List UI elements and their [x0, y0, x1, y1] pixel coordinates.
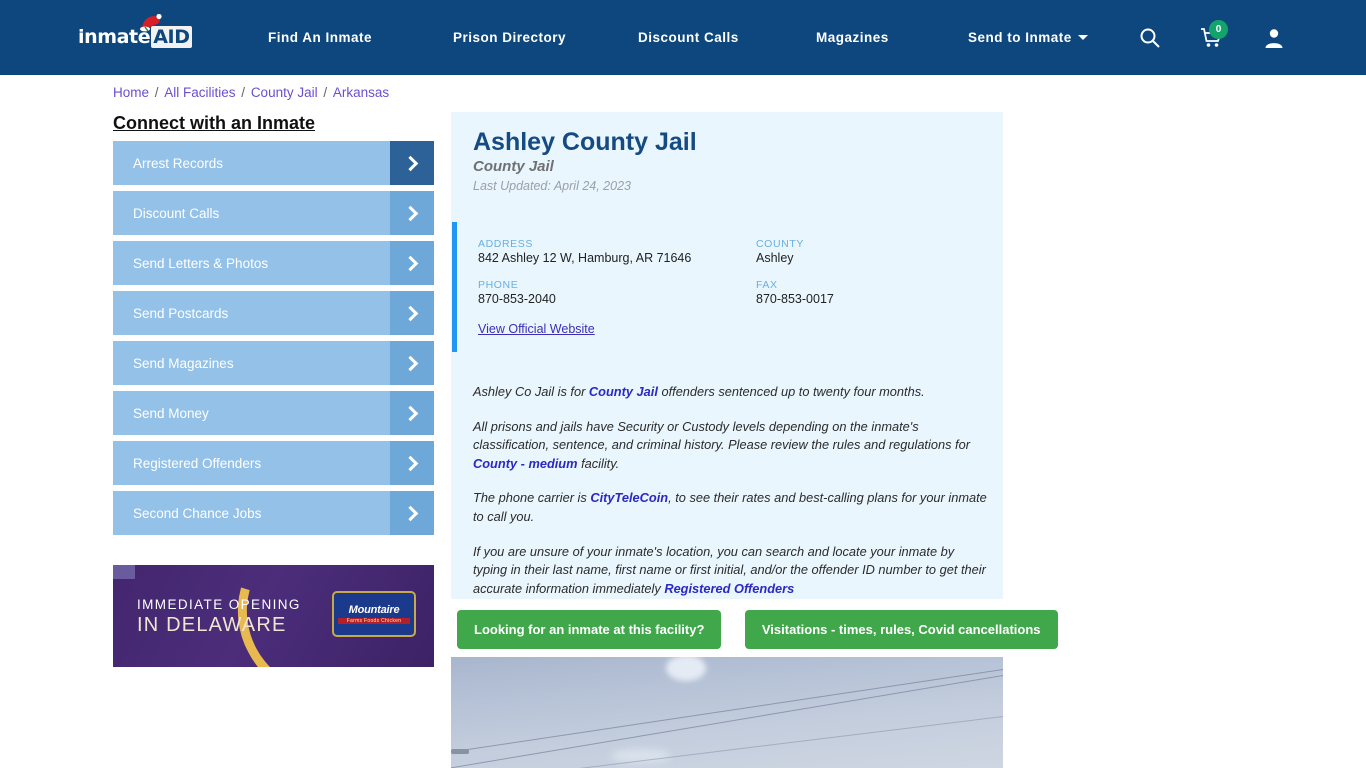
desc-text: offenders sentenced up to twenty four mo…	[657, 384, 925, 399]
address-value: 842 Ashley 12 W, Hamburg, AR 71646	[478, 251, 692, 265]
chevron-right-icon	[390, 141, 434, 185]
breadcrumb: Home / All Facilities / County Jail / Ar…	[113, 85, 389, 100]
breadcrumb-item-arkansas[interactable]: Arkansas	[333, 85, 389, 100]
desc-text: All prisons and jails have Security or C…	[473, 418, 970, 453]
chevron-right-icon	[390, 191, 434, 235]
chevron-right-icon	[390, 491, 434, 535]
phone-value: 870-853-2040	[478, 292, 556, 306]
chevron-right-icon	[390, 441, 434, 485]
desc-text: facility.	[577, 455, 620, 471]
cloud-decoration	[666, 657, 706, 681]
chevron-right-icon	[390, 291, 434, 335]
logo-label: inmate AID	[78, 26, 192, 48]
sidebar-item-label: Send Money	[133, 405, 209, 421]
power-line	[451, 661, 1003, 754]
chevron-right-icon	[390, 241, 434, 285]
sidebar-item-label: Second Chance Jobs	[133, 505, 262, 521]
looking-for-inmate-button[interactable]: Looking for an inmate at this facility?	[457, 610, 722, 649]
desc-text: Ashley Co Jail is for	[473, 384, 589, 399]
fax-label: FAX	[756, 279, 778, 291]
link-registered-offenders[interactable]: Registered Offenders	[664, 581, 794, 596]
chevron-down-icon	[1077, 35, 1088, 40]
facility-description: Ashley Co Jail is for County Jail offend…	[473, 383, 989, 614]
breadcrumb-separator: /	[151, 85, 163, 100]
sidebar-item-send-money[interactable]: Send Money	[113, 391, 434, 435]
address-label: ADDRESS	[478, 238, 533, 250]
sidebar-item-label: Arrest Records	[133, 155, 224, 171]
site-logo[interactable]: inmate AID	[78, 14, 192, 52]
visitations-button[interactable]: Visitations - times, rules, Covid cancel…	[744, 610, 1058, 649]
advertisement-banner[interactable]: IMMEDIATE OPENING IN DELAWARE Mountaire …	[113, 565, 434, 667]
desc-text: The phone carrier is	[473, 490, 591, 506]
search-icon[interactable]	[1138, 26, 1162, 50]
sidebar-item-second-chance-jobs[interactable]: Second Chance Jobs	[113, 491, 434, 535]
description-paragraph-2: All prisons and jails have Security or C…	[473, 418, 989, 474]
breadcrumb-item-county-jail[interactable]: County Jail	[251, 85, 318, 100]
ad-headline-line1: IMMEDIATE OPENING	[137, 597, 301, 612]
sidebar-item-send-letters-photos[interactable]: Send Letters & Photos	[113, 241, 434, 285]
facility-type: County Jail	[473, 158, 554, 175]
sidebar-item-send-postcards[interactable]: Send Postcards	[113, 291, 434, 335]
ad-brand-name: Mountaire	[348, 604, 400, 616]
top-navigation-bar: inmate AID Find An Inmate Prison Director…	[0, 0, 1366, 75]
fax-value: 870-853-0017	[756, 292, 834, 306]
nav-find-an-inmate[interactable]: Find An Inmate	[268, 30, 372, 45]
ad-corner-accent	[113, 565, 135, 579]
nav-prison-directory[interactable]: Prison Directory	[453, 30, 566, 45]
chevron-right-icon	[390, 341, 434, 385]
accent-bar	[452, 222, 457, 352]
breadcrumb-separator: /	[319, 85, 331, 100]
last-updated-text: Last Updated: April 24, 2023	[473, 179, 631, 193]
user-account-icon[interactable]	[1262, 26, 1286, 50]
sidebar-item-label: Registered Offenders	[133, 455, 262, 471]
facility-contact-block: ADDRESS 842 Ashley 12 W, Hamburg, AR 716…	[452, 222, 1003, 352]
chevron-right-icon	[390, 391, 434, 435]
nav-magazines[interactable]: Magazines	[816, 30, 889, 45]
ad-headline-line2: IN DELAWARE	[137, 614, 287, 636]
breadcrumb-item-home[interactable]: Home	[113, 85, 149, 100]
facility-action-buttons: Looking for an inmate at this facility? …	[457, 610, 1058, 649]
insulator	[451, 749, 469, 754]
sidebar-heading[interactable]: Connect with an Inmate	[113, 113, 315, 134]
view-official-website-link[interactable]: View Official Website	[478, 322, 595, 336]
sidebar-item-registered-offenders[interactable]: Registered Offenders	[113, 441, 434, 485]
sidebar-item-label: Send Magazines	[133, 355, 234, 371]
link-county-jail[interactable]: County Jail	[589, 384, 658, 399]
county-value: Ashley	[756, 251, 794, 265]
nav-discount-calls[interactable]: Discount Calls	[638, 30, 739, 45]
sidebar-item-arrest-records[interactable]: Arrest Records	[113, 141, 434, 185]
county-label: COUNTY	[756, 238, 804, 250]
description-paragraph-4: If you are unsure of your inmate's locat…	[473, 543, 989, 599]
description-paragraph-1: Ashley Co Jail is for County Jail offend…	[473, 383, 989, 402]
ad-brand-logo: Mountaire Farms Foods Chicken	[332, 591, 416, 637]
facility-photo	[451, 657, 1003, 768]
sidebar-item-label: Send Postcards	[133, 305, 229, 321]
description-paragraph-3: The phone carrier is CityTeleCoin, to se…	[473, 489, 989, 526]
phone-label: PHONE	[478, 279, 519, 291]
sidebar-item-label: Discount Calls	[133, 205, 220, 221]
cart-count-badge: 0	[1209, 20, 1228, 39]
sidebar-item-discount-calls[interactable]: Discount Calls	[113, 191, 434, 235]
sidebar-menu: Arrest Records Discount Calls Send Lette…	[113, 141, 434, 541]
link-county-medium[interactable]: County - medium	[473, 456, 578, 471]
breadcrumb-separator: /	[237, 85, 249, 100]
nav-send-to-inmate-label: Send to Inmate	[968, 30, 1072, 45]
sidebar-item-label: Send Letters & Photos	[133, 255, 269, 271]
link-cityteleCoin[interactable]: CityTeleCoin	[590, 490, 668, 505]
sidebar-item-send-magazines[interactable]: Send Magazines	[113, 341, 434, 385]
santa-hat-icon	[140, 14, 162, 32]
ad-brand-tagline: Farms Foods Chicken	[338, 618, 410, 624]
page-title[interactable]: Ashley County Jail	[473, 128, 697, 157]
nav-send-to-inmate[interactable]: Send to Inmate	[968, 30, 1088, 45]
breadcrumb-item-all-facilities[interactable]: All Facilities	[164, 85, 235, 100]
